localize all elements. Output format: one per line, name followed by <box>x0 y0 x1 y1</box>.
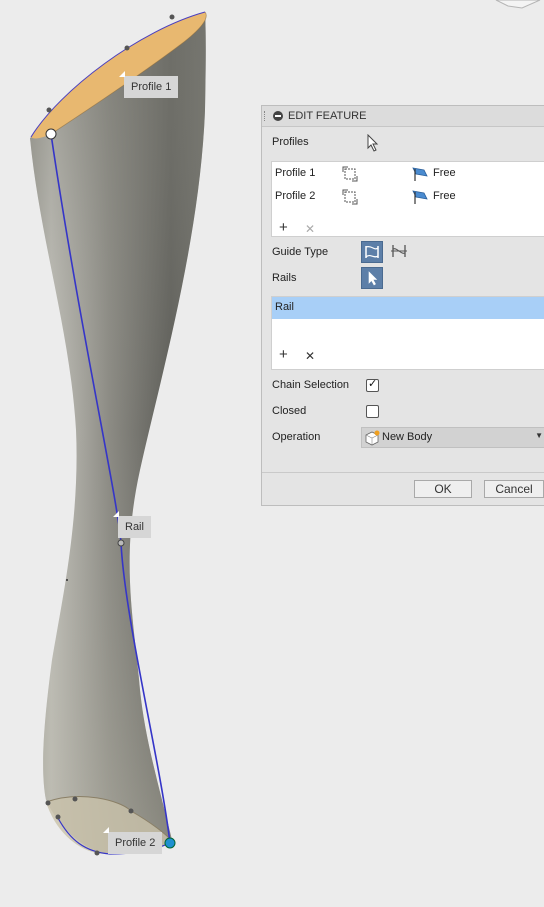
cursor-select-icon[interactable] <box>366 134 380 152</box>
rail-mid-point[interactable] <box>117 539 125 547</box>
add-profile-button[interactable]: + <box>279 220 288 235</box>
rails-label: Rails <box>272 272 297 284</box>
collapse-icon[interactable] <box>273 111 283 121</box>
profile-sketch-icon[interactable] <box>342 189 358 205</box>
guide-type-rails-button[interactable] <box>361 241 383 263</box>
profile-row[interactable]: Profile 2 Free <box>272 186 544 208</box>
profile-sketch-icon[interactable] <box>342 166 358 182</box>
rail-list-item-label: Rail <box>275 301 294 313</box>
cursor-select-icon <box>368 271 378 286</box>
operation-select[interactable]: New Body ▼ <box>361 427 544 448</box>
profile-1-label[interactable]: Profile 1 <box>119 71 179 98</box>
dialog-title: EDIT FEATURE <box>288 110 367 122</box>
remove-profile-button[interactable]: ✕ <box>305 222 315 236</box>
rail-list-item[interactable]: Rail <box>272 297 544 319</box>
remove-rail-button[interactable]: ✕ <box>305 349 315 363</box>
rail-start-point[interactable] <box>45 128 57 140</box>
profiles-list: Profile 1 Free Profile 2 Free + ✕ <box>271 161 544 237</box>
add-rail-button[interactable]: + <box>279 347 288 362</box>
free-condition-icon[interactable] <box>412 189 428 205</box>
dialog-title-bar[interactable]: EDIT FEATURE <box>262 106 544 127</box>
ok-button[interactable]: OK <box>414 480 472 498</box>
profiles-label: Profiles <box>272 136 309 148</box>
guide-type-label: Guide Type <box>272 246 329 258</box>
chain-selection-checkbox[interactable]: ✓ <box>366 378 379 392</box>
closed-label: Closed <box>272 405 307 417</box>
free-condition-icon[interactable] <box>412 166 428 182</box>
profile-row-name: Profile 2 <box>275 190 316 202</box>
rails-guide-icon <box>365 245 379 258</box>
profile-2-label[interactable]: Profile 2 <box>103 827 163 854</box>
rail-end-point[interactable] <box>164 837 176 849</box>
cancel-button[interactable]: Cancel <box>484 480 544 498</box>
profile-row-mode: Free <box>433 167 456 179</box>
new-body-icon <box>365 430 380 446</box>
rail-label[interactable]: Rail <box>113 511 151 538</box>
profile-row-name: Profile 1 <box>275 167 316 179</box>
edit-feature-dialog: EDIT FEATURE Profiles Profile 1 Free Pro… <box>261 105 544 506</box>
rails-select-button[interactable] <box>361 267 383 289</box>
closed-checkbox[interactable] <box>366 405 379 418</box>
operation-value: New Body <box>382 431 433 443</box>
guide-type-centerline-button[interactable] <box>389 241 411 263</box>
dialog-footer-divider <box>262 472 544 473</box>
chain-selection-label: Chain Selection <box>272 379 350 391</box>
centerline-guide-icon <box>391 245 407 257</box>
drag-grip-icon[interactable] <box>264 111 267 121</box>
operation-label: Operation <box>272 431 321 443</box>
view-cube-fragment[interactable] <box>495 0 541 9</box>
check-mark-icon: ✓ <box>368 378 378 390</box>
chevron-down-icon: ▼ <box>535 431 543 440</box>
rails-list: Rail + ✕ <box>271 296 544 370</box>
profile-row[interactable]: Profile 1 Free <box>272 163 544 185</box>
profile-row-mode: Free <box>433 190 456 202</box>
